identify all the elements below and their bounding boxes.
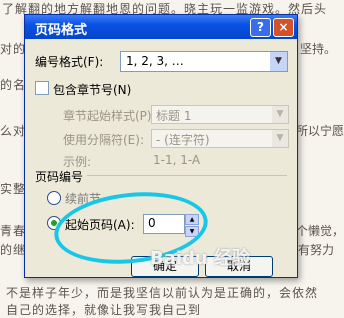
- doc-line: 自己的选择，就像让我写我自己到: [6, 303, 202, 317]
- include-chapter-checkbox[interactable]: [35, 81, 49, 95]
- example-value: 1-1, 1-A: [153, 153, 201, 167]
- chapter-style-value: 标题 1: [156, 109, 192, 123]
- chapter-style-label: 章节起始样式(P): [63, 109, 152, 123]
- separator-value: - (连字符): [156, 133, 210, 147]
- separator-select[interactable]: - (连字符) ▼: [151, 129, 289, 148]
- doc-fragment: 有努力: [298, 243, 335, 257]
- watermark: Baidu 经验: [150, 248, 251, 269]
- chevron-down-icon[interactable]: ▼: [272, 130, 288, 147]
- continue-radio[interactable]: [47, 191, 61, 205]
- doc-line: 不是样子年少，而是我坚信以前认为是正确的，会依然: [6, 286, 319, 300]
- dialog-title: 页码格式: [35, 23, 88, 38]
- doc-line: 么对: [0, 124, 27, 138]
- number-format-select[interactable]: 1, 2, 3, … ▼: [120, 51, 288, 72]
- doc-line: 青春: [0, 224, 27, 238]
- page-number-format-dialog: 页码格式 ? × 编号格式(F): 1, 2, 3, … ▼ 包含章节号(N) …: [24, 14, 298, 278]
- chevron-down-icon[interactable]: ▼: [272, 106, 288, 123]
- chapter-style-select[interactable]: 标题 1 ▼: [151, 105, 289, 124]
- doc-fragment: 所以宁愿: [296, 124, 344, 138]
- doc-line: 对的: [0, 42, 27, 56]
- group-divider: [61, 175, 287, 176]
- number-format-label: 编号格式(F):: [35, 55, 104, 69]
- doc-fragment: 个懒觉，: [296, 224, 344, 238]
- number-format-value: 1, 2, 3, …: [126, 54, 184, 68]
- include-chapter-label: 包含章节号(N): [53, 83, 132, 97]
- help-button[interactable]: ?: [250, 18, 271, 37]
- page-numbering-group-label: 页码编号: [35, 168, 88, 185]
- chevron-down-icon[interactable]: ▼: [270, 52, 287, 71]
- dialog-titlebar[interactable]: 页码格式 ? ×: [25, 15, 297, 39]
- close-button[interactable]: ×: [273, 18, 294, 37]
- separator-label: 使用分隔符(E):: [63, 133, 144, 147]
- doc-fragment: 坚持。: [300, 42, 337, 56]
